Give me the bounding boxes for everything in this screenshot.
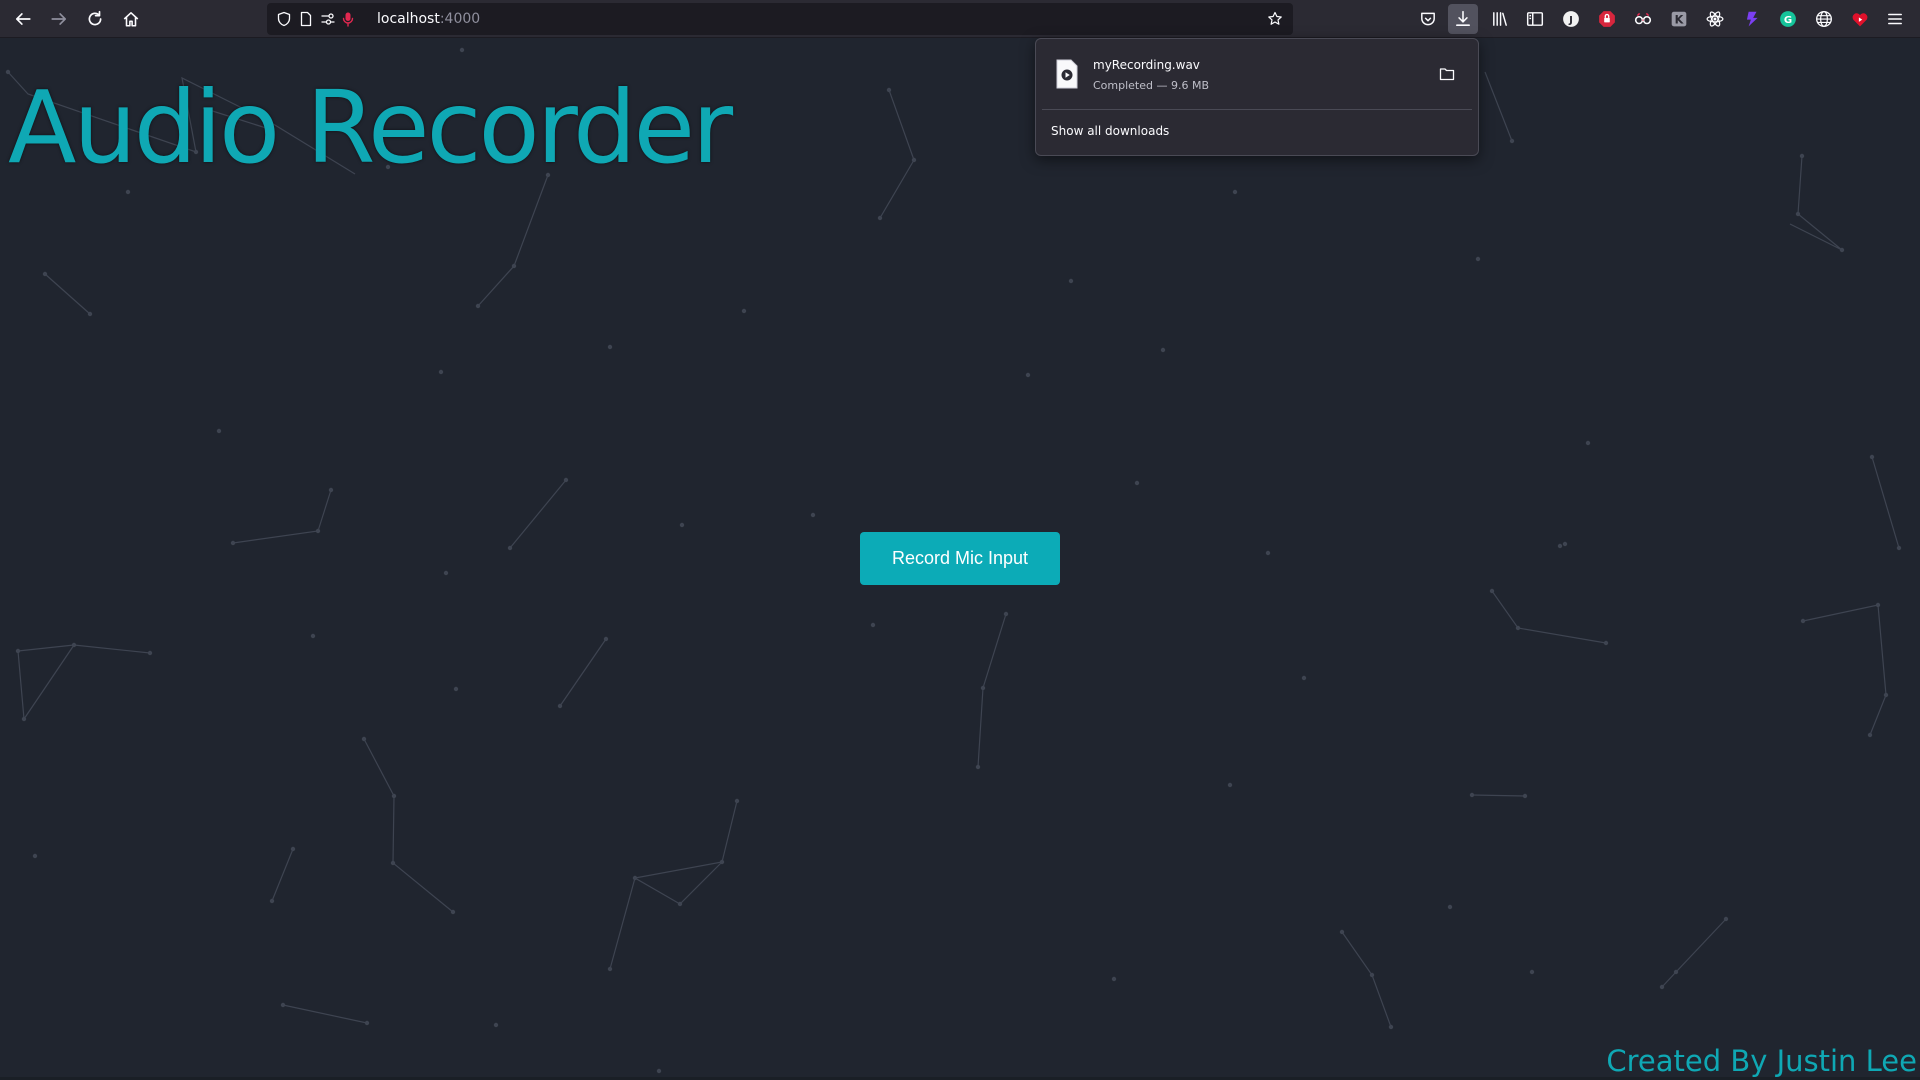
bookmark-star-icon[interactable] (1266, 10, 1284, 28)
download-filename: myRecording.wav (1093, 58, 1200, 72)
extension-purple-button[interactable] (1741, 8, 1763, 30)
globe-icon (1816, 11, 1832, 27)
page-content: Audio Recorder Record Mic Input Created … (0, 38, 1920, 1080)
app-menu-button[interactable] (1884, 8, 1906, 30)
menu-icon (1888, 13, 1902, 25)
url-host: localhost (377, 11, 440, 27)
download-item[interactable]: myRecording.wav Completed — 9.6 MB (1042, 45, 1472, 105)
svg-text:J: J (1568, 15, 1573, 26)
extension-j-icon: J (1563, 11, 1579, 27)
svg-text:K: K (1675, 14, 1685, 27)
file-audio-icon (1056, 59, 1078, 89)
extension-k-icon: K (1671, 11, 1687, 27)
microphone-icon[interactable] (339, 10, 357, 28)
browser-toolbar: localhost:4000 J K G (0, 0, 1920, 38)
sidebar-button[interactable] (1524, 8, 1546, 30)
page-title: Audio Recorder (8, 69, 733, 186)
url-port: :4000 (439, 11, 481, 27)
pocket-icon (1421, 12, 1435, 26)
sidebar-icon (1526, 12, 1544, 26)
purple-extension-icon (1746, 11, 1758, 27)
extension-globe-button[interactable] (1813, 8, 1835, 30)
pocket-button[interactable] (1417, 8, 1439, 30)
forward-button[interactable] (45, 5, 73, 33)
extension-k-button[interactable]: K (1668, 8, 1690, 30)
svg-text:G: G (1784, 15, 1792, 26)
reload-button[interactable] (81, 5, 109, 33)
forward-arrow-icon (51, 13, 67, 25)
heart-play-icon (1852, 13, 1868, 27)
downloads-panel: myRecording.wav Completed — 9.6 MB Show … (1035, 38, 1479, 156)
downloads-button[interactable] (1448, 4, 1478, 34)
url-text: localhost:4000 (377, 10, 480, 28)
react-icon (1706, 11, 1724, 27)
show-all-downloads-button[interactable]: Show all downloads (1042, 115, 1472, 147)
glasses-icon (1634, 12, 1652, 25)
grammarly-icon: G (1780, 11, 1796, 27)
back-arrow-icon (15, 13, 31, 25)
shield-icon[interactable] (275, 10, 293, 28)
record-mic-button[interactable]: Record Mic Input (860, 532, 1060, 585)
download-status: Completed — 9.6 MB (1093, 79, 1210, 92)
home-button[interactable] (117, 5, 145, 33)
extension-heart-button[interactable] (1849, 8, 1871, 30)
url-bar[interactable]: localhost:4000 (267, 3, 1293, 35)
back-button[interactable] (9, 5, 37, 33)
extension-adblock-button[interactable] (1596, 8, 1618, 30)
folder-icon (1439, 68, 1455, 81)
adblock-icon (1599, 11, 1615, 27)
downloads-icon (1456, 10, 1470, 26)
permissions-icon[interactable] (319, 10, 337, 28)
library-icon (1493, 12, 1507, 26)
downloads-divider (1042, 109, 1472, 110)
extension-glasses-button[interactable] (1632, 8, 1654, 30)
page-icon[interactable] (297, 10, 315, 28)
open-folder-button[interactable] (1436, 63, 1458, 85)
reload-icon (88, 10, 102, 26)
extension-react-button[interactable] (1704, 8, 1726, 30)
footer-credit: Created By Justin Lee (1606, 1044, 1917, 1078)
home-icon (123, 12, 139, 27)
library-button[interactable] (1489, 8, 1511, 30)
extension-grammarly-button[interactable]: G (1777, 8, 1799, 30)
extension-j-button[interactable]: J (1560, 8, 1582, 30)
